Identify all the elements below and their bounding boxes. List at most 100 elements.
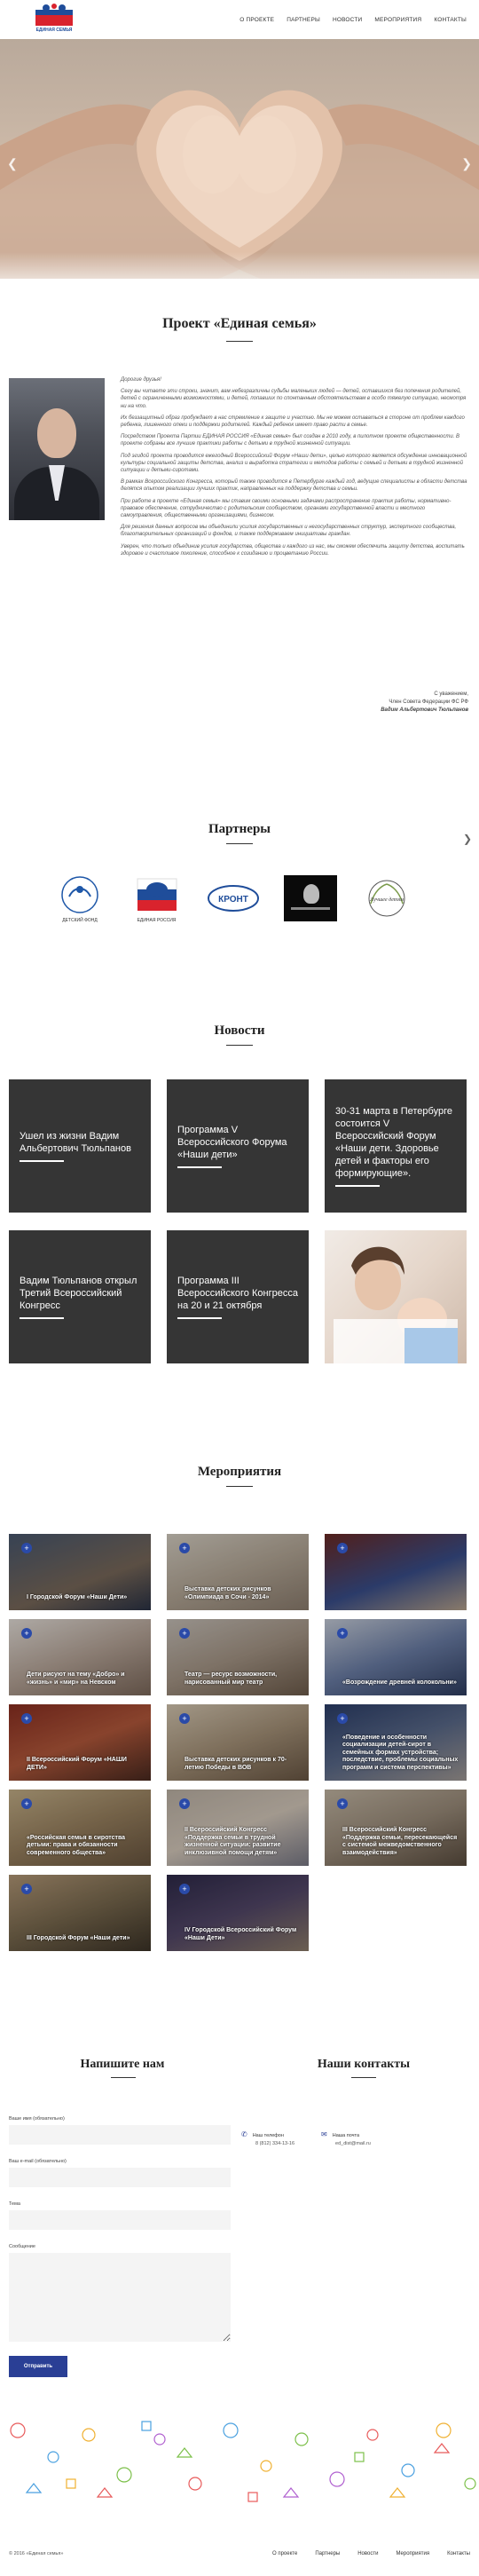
partners-next-icon[interactable]: ❯ [463,833,472,845]
plus-icon[interactable]: + [337,1713,348,1724]
letter-paragraph: В рамках Всероссийского Конгресса, котор… [121,479,467,493]
news-card-photo[interactable] [325,1230,467,1363]
name-input[interactable] [9,2125,231,2145]
nav-partners[interactable]: ПАРТНЕРЫ [287,17,320,23]
event-card[interactable]: + «Поведение и особенности социализации д… [325,1704,467,1781]
plus-icon[interactable]: + [337,1798,348,1809]
email-input[interactable] [9,2168,231,2187]
site-header: ЕДИНАЯ СЕМЬЯ О ПРОЕКТЕ ПАРТНЕРЫ НОВОСТИ … [0,0,479,39]
event-card[interactable]: + III Всероссийский Конгресс «Поддержка с… [325,1790,467,1866]
childrens-fund-icon [61,876,98,913]
news-title: Новости [214,1023,265,1038]
plus-icon[interactable]: + [21,1798,32,1809]
nav-contacts[interactable]: КОНТАКТЫ [434,17,467,23]
event-card[interactable]: + Дети рисуют на тему «Добро» и «жизнь» и… [9,1619,151,1695]
plus-icon[interactable]: + [179,1798,190,1809]
footer-nav-news[interactable]: Новости [357,2551,378,2556]
news-headline: Программа V Всероссийского Форума «Наши … [177,1125,287,1160]
partner-logo-childrens-fund[interactable]: ДЕТСКИЙ ФОНД [51,870,108,927]
partner-logo-4[interactable] [282,870,339,927]
event-card[interactable]: + I Городской Форум «Наши Дети» [9,1534,151,1610]
bear-flag-icon [137,878,177,911]
email-value[interactable]: ed_dist@mail.ru [335,2140,371,2148]
footer-nav-about[interactable]: О проекте [272,2551,297,2556]
letter-paragraph: Сегу вы читаете эти строки, значит, вам … [121,389,467,409]
logo[interactable]: ЕДИНАЯ СЕМЬЯ [30,3,78,36]
footer-nav-contacts[interactable]: Контакты [447,2551,470,2556]
event-card[interactable]: + «Российская семья в сиротства детьми: п… [9,1790,151,1866]
signature-name: Вадим Альбертович Тюльпанов [381,707,468,713]
news-card[interactable]: Вадим Тюльпанов открыл Третий Всероссийс… [9,1230,151,1363]
slider-prev-icon[interactable]: ❮ [7,156,18,171]
partners-list: ДЕТСКИЙ ФОНД ЕДИНАЯ РОССИЯ КРОНТ Лучшее … [51,870,415,927]
letter-paragraph: Уверен, что только объединив усилия госу… [121,543,465,557]
message-label: Сообщение [9,2244,35,2249]
plus-icon[interactable]: + [179,1713,190,1724]
event-card[interactable]: + IV Городской Всероссийский Форум «Наши … [167,1875,309,1951]
plus-icon[interactable]: + [337,1628,348,1639]
event-title: «Поведение и особенности социализации де… [342,1734,459,1771]
partner-label: ДЕТСКИЙ ФОНД [62,918,98,923]
plus-icon[interactable]: + [21,1543,32,1553]
event-title: «Возрождение древней колокольни» [342,1679,457,1686]
subject-input[interactable] [9,2210,231,2230]
nav-about[interactable]: О ПРОЕКТЕ [240,17,274,23]
partner-logo-united-russia[interactable]: ЕДИНАЯ РОССИЯ [129,870,185,927]
plus-icon[interactable]: + [21,1884,32,1894]
event-card[interactable]: + Театр — ресурс возможности, нарисованны… [167,1619,309,1695]
site-footer: © 2016 «Единая семья» О проекте Партнеры… [0,2532,479,2576]
hands-heart-image [0,90,479,279]
event-card[interactable]: + III Городской Форум «Наши дети» [9,1875,151,1951]
event-card[interactable]: + Выставка детских рисунков «Олимпиада в … [167,1534,309,1610]
news-headline: Программа III Всероссийского Конгресса н… [177,1276,298,1311]
events-title: Мероприятия [197,1465,282,1479]
news-card[interactable]: Программа V Всероссийского Форума «Наши … [167,1079,309,1213]
nav-events[interactable]: МЕРОПРИЯТИЯ [374,17,421,23]
event-card[interactable]: + II Всероссийский Форум «НАШИ ДЕТИ» [9,1704,151,1781]
decorative-pattern [0,2413,479,2510]
nav-news[interactable]: НОВОСТИ [333,17,362,23]
event-title: Выставка детских рисунков к 70-летию Поб… [185,1757,287,1771]
footer-nav-partners[interactable]: Партнеры [315,2551,340,2556]
partner-label: Лучшее детям [369,897,404,903]
phone-value[interactable]: 8 (812) 334-13-16 [255,2140,294,2148]
news-card[interactable]: 30-31 марта в Петербурге состоится V Все… [325,1079,467,1213]
title-underline [226,843,253,844]
plus-icon[interactable]: + [179,1884,190,1894]
event-title: Дети рисуют на тему «Добро» и «жизнь» и … [27,1671,125,1686]
leaf-wreath-icon: Лучшее детям [368,880,405,917]
news-card[interactable]: Программа III Всероссийского Конгресса н… [167,1230,309,1363]
news-headline: Ушел из жизни Вадим Альбертович Тюльпано… [20,1131,131,1154]
phone-item: ✆ Наш телефон 8 (812) 334-13-16 [241,2130,294,2148]
footer-nav: О проекте Партнеры Новости Мероприятия К… [272,2551,470,2556]
hero-fade [0,252,479,279]
partner-dark-logo-icon [283,875,337,921]
family-logo-icon [35,4,73,26]
message-textarea[interactable] [9,2253,231,2342]
event-card[interactable]: + Выставка детских рисунков к 70-летию По… [167,1704,309,1781]
plus-icon[interactable]: + [179,1543,190,1553]
plus-icon[interactable]: + [21,1628,32,1639]
plus-icon[interactable]: + [337,1543,348,1553]
event-card[interactable]: + [325,1534,467,1610]
footer-nav-events[interactable]: Мероприятия [396,2551,429,2556]
slider-next-icon[interactable]: ❯ [461,156,472,171]
partner-logo-kront[interactable]: КРОНТ [205,870,262,927]
project-letter: Дорогие друзья! Сегу вы читаете эти стро… [121,376,468,562]
letter-paragraph: Их беззащитный образ пробуждает в нас ст… [121,415,465,429]
event-card[interactable]: + II Всероссийский Конгресс «Поддержка се… [167,1790,309,1866]
email-label: Ваш e-mail (обязательно) [9,2159,67,2164]
copyright: © 2016 «Единая семья» [9,2551,64,2556]
news-grid: Ушел из жизни Вадим Альбертович Тюльпано… [9,1079,467,1363]
title-underline [226,1486,253,1487]
news-headline: Вадим Тюльпанов открыл Третий Всероссийс… [20,1276,137,1311]
plus-icon[interactable]: + [179,1628,190,1639]
plus-icon[interactable]: + [21,1713,32,1724]
event-card[interactable]: + «Возрождение древней колокольни» [325,1619,467,1695]
news-card[interactable]: Ушел из жизни Вадим Альбертович Тюльпано… [9,1079,151,1213]
partner-logo-best-for-children[interactable]: Лучшее детям [358,870,415,927]
partners-title: Партнеры [208,822,271,836]
submit-button[interactable]: Отправить [9,2356,67,2377]
event-title: Театр — ресурс возможности, нарисованный… [185,1671,278,1686]
partner-label: ЕДИНАЯ РОССИЯ [137,918,177,923]
